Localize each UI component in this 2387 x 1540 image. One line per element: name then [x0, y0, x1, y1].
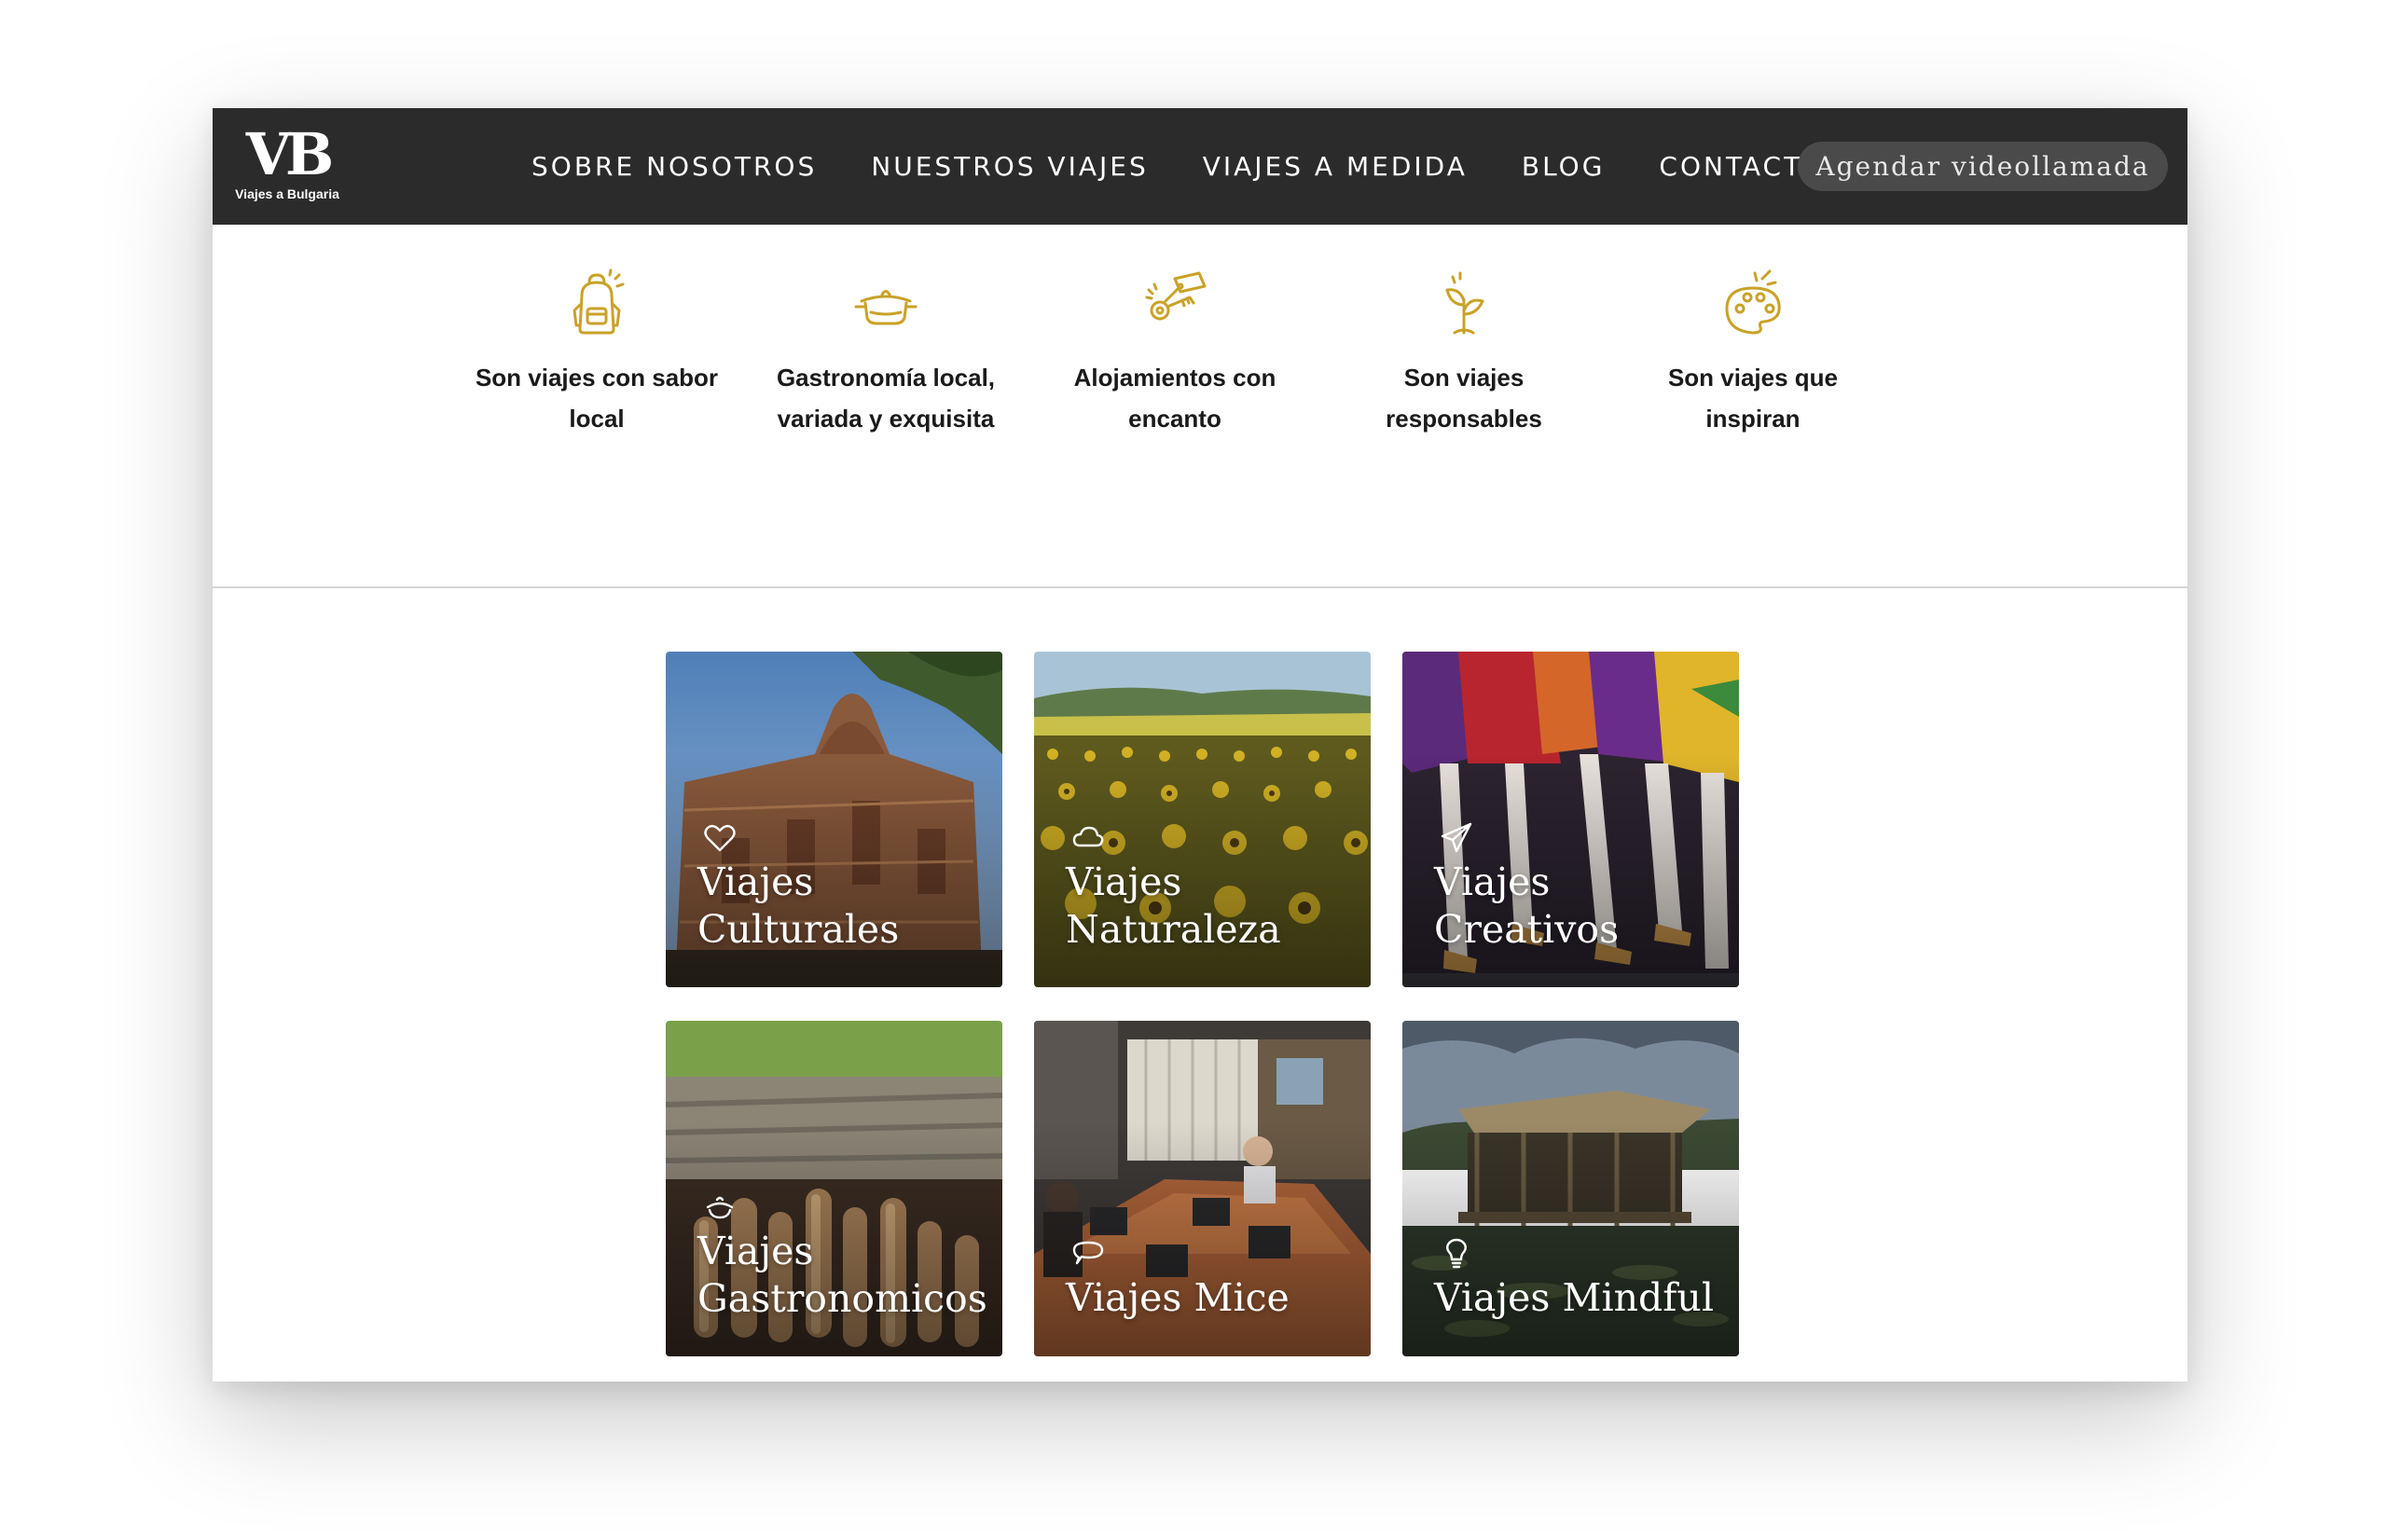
main-nav: SOBRE NOSOTROS NUESTROS VIAJES VIAJES A … [531, 108, 1880, 225]
dish-icon [706, 1196, 734, 1219]
feature-label: Gastronomía local, variada y exquisita [776, 364, 996, 433]
feature-gastronomy: Gastronomía local, variada y exquisita [751, 268, 1021, 439]
paper-plane-icon [1441, 822, 1472, 853]
heart-icon [704, 824, 736, 852]
logo-subtitle: Viajes a Bulgaria [235, 186, 339, 201]
schedule-videocall-button[interactable]: Agendar videollamada [1798, 142, 2168, 191]
lightbulb-icon [1446, 1238, 1467, 1269]
nav-sobre-nosotros[interactable]: SOBRE NOSOTROS [531, 151, 817, 182]
category-tile-mindful[interactable]: Viajes Mindful [1402, 1021, 1739, 1356]
nav-viajes-a-medida[interactable]: VIAJES A MEDIDA [1203, 151, 1468, 182]
tile-title: Viajes Creativos [1434, 859, 1620, 952]
speech-bubble-icon [1072, 1241, 1104, 1265]
feature-label: Son viajes responsables [1386, 364, 1542, 433]
site-header: VB Viajes a Bulgaria SOBRE NOSOTROS NUES… [213, 108, 2187, 225]
features-row: Son viajes con sabor local Gastronomía l… [213, 225, 2187, 588]
nav-blog[interactable]: BLOG [1522, 151, 1606, 182]
logo-mark: VB [245, 120, 335, 188]
nav-nuestros-viajes[interactable]: NUESTROS VIAJES [871, 151, 1148, 182]
category-tile-culturales[interactable]: Viajes Culturales [666, 652, 1002, 987]
tile-title: Viajes Naturaleza [1066, 859, 1281, 952]
category-tile-mice[interactable]: Viajes Mice [1034, 1021, 1371, 1356]
feature-label: Son viajes que inspiran [1667, 364, 1839, 433]
section-divider [213, 586, 2187, 588]
feature-local-flavor: Son viajes con sabor local [462, 268, 732, 439]
palette-icon [1725, 269, 1781, 335]
travel-categories-grid: Viajes Culturales Viajes Naturaleza Viaj… [666, 652, 1739, 1356]
feature-responsible: Son viajes responsables [1329, 268, 1599, 439]
tile-title: Viajes Gastronomicos [697, 1229, 987, 1321]
cooking-pot-icon [854, 290, 918, 325]
tile-title: Viajes Mindful [1434, 1275, 1714, 1320]
key-tag-icon [1145, 271, 1207, 321]
tile-title: Viajes Culturales [697, 859, 900, 952]
category-tile-naturaleza[interactable]: Viajes Naturaleza [1034, 652, 1371, 987]
backpack-icon [573, 268, 625, 335]
category-tile-creativos[interactable]: Viajes Creativos [1402, 652, 1739, 987]
website-mockup: VB Viajes a Bulgaria SOBRE NOSOTROS NUES… [213, 108, 2187, 1382]
tile-title: Viajes Mice [1066, 1275, 1290, 1320]
feature-inspiring: Son viajes que inspiran [1618, 268, 1888, 439]
sprout-icon [1445, 271, 1484, 335]
feature-label: Son viajes con sabor local [475, 364, 719, 433]
site-logo[interactable]: VB Viajes a Bulgaria [231, 125, 343, 209]
feature-charming-lodging: Alojamientos con encanto [1040, 268, 1310, 439]
cloud-icon [1072, 826, 1104, 847]
category-tile-gastronomicos[interactable]: Viajes Gastronomicos [666, 1021, 1002, 1356]
feature-label: Alojamientos con encanto [1073, 364, 1276, 433]
